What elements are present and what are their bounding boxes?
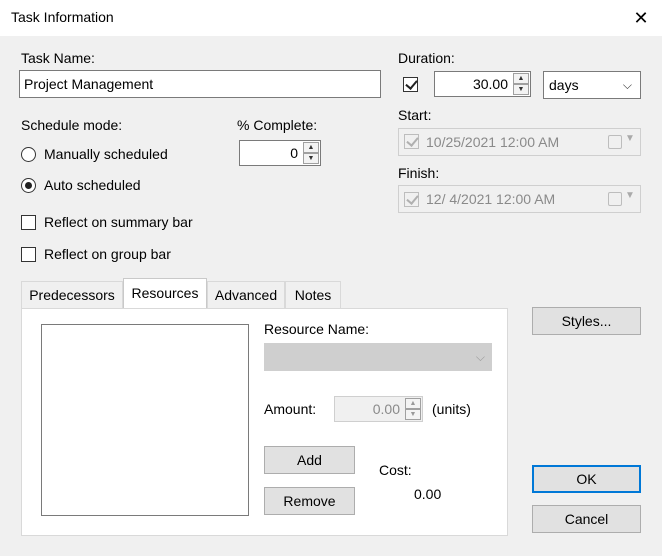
- calendar-icon: [608, 135, 622, 149]
- start-label: Start:: [398, 107, 432, 123]
- reflect-group-label[interactable]: Reflect on group bar: [44, 246, 171, 262]
- task-name-input[interactable]: Project Management: [19, 70, 381, 98]
- duration-unit-value: days: [549, 77, 579, 93]
- duration-value: 30.00: [472, 76, 508, 92]
- spin-up-icon[interactable]: ▲: [513, 73, 529, 84]
- percent-complete-label: % Complete:: [237, 117, 318, 133]
- spin-up-icon: ▲: [405, 398, 421, 409]
- task-name-label: Task Name:: [21, 50, 95, 66]
- finish-date-field: 12/ 4/2021 12:00 AM: [398, 185, 641, 213]
- manually-scheduled-radio[interactable]: [21, 147, 36, 162]
- spin-down-icon: ▼: [405, 409, 421, 420]
- duration-label: Duration:: [398, 50, 455, 66]
- title-bar: Task Information ✕: [0, 0, 662, 36]
- duration-estimated-checkbox[interactable]: [403, 77, 418, 92]
- window-title: Task Information: [11, 9, 114, 25]
- tab-notes[interactable]: Notes: [285, 281, 341, 309]
- chevron-down-icon: ▼: [625, 190, 635, 201]
- reflect-group-checkbox[interactable]: [21, 247, 36, 262]
- auto-scheduled-radio[interactable]: [21, 178, 36, 193]
- ok-button[interactable]: OK: [532, 465, 641, 493]
- cost-label: Cost:: [379, 462, 412, 478]
- amount-value: 0.00: [372, 401, 400, 417]
- spin-up-icon[interactable]: ▲: [303, 142, 319, 153]
- tab-advanced[interactable]: Advanced: [207, 281, 285, 309]
- finish-label: Finish:: [398, 165, 440, 181]
- amount-spinner: 0.00 ▲ ▼: [334, 396, 423, 422]
- percent-complete-spinner[interactable]: 0 ▲ ▼: [239, 140, 321, 166]
- remove-button[interactable]: Remove: [264, 487, 355, 515]
- resource-name-label: Resource Name:: [264, 321, 370, 337]
- reflect-summary-checkbox[interactable]: [21, 215, 36, 230]
- start-date-field: 10/25/2021 12:00 AM: [398, 128, 641, 156]
- add-button[interactable]: Add: [264, 446, 355, 474]
- amount-unit-label: (units): [432, 401, 471, 417]
- amount-label: Amount:: [264, 401, 317, 417]
- chevron-down-icon: ⌵: [622, 78, 632, 92]
- cost-value: 0.00: [414, 486, 442, 502]
- resource-name-select: ⌵: [264, 343, 492, 371]
- tab-resources[interactable]: Resources: [123, 278, 207, 310]
- resources-listbox[interactable]: [41, 324, 249, 516]
- start-checkbox: [404, 134, 419, 149]
- start-date-value: 10/25/2021 12:00 AM: [426, 134, 560, 150]
- chevron-down-icon: ⌵: [475, 350, 485, 364]
- auto-scheduled-label[interactable]: Auto scheduled: [44, 177, 141, 193]
- reflect-summary-label[interactable]: Reflect on summary bar: [44, 214, 193, 230]
- percent-complete-value: 0: [290, 145, 298, 161]
- manually-scheduled-label[interactable]: Manually scheduled: [44, 146, 168, 162]
- calendar-icon: [608, 192, 622, 206]
- chevron-down-icon: ▼: [625, 133, 635, 144]
- finish-checkbox: [404, 192, 419, 207]
- styles-button[interactable]: Styles...: [532, 307, 641, 335]
- finish-date-value: 12/ 4/2021 12:00 AM: [426, 191, 556, 207]
- resources-panel: Resource Name: ⌵ Amount: 0.00 ▲ ▼ (units…: [21, 308, 508, 536]
- cancel-button[interactable]: Cancel: [532, 505, 641, 533]
- duration-unit-select[interactable]: days ⌵: [543, 71, 641, 99]
- close-icon[interactable]: ✕: [626, 4, 656, 32]
- spin-down-icon[interactable]: ▼: [303, 153, 319, 164]
- spin-down-icon[interactable]: ▼: [513, 84, 529, 95]
- tab-predecessors[interactable]: Predecessors: [21, 281, 123, 309]
- duration-spinner[interactable]: 30.00 ▲ ▼: [434, 71, 531, 97]
- schedule-mode-label: Schedule mode:: [21, 117, 123, 133]
